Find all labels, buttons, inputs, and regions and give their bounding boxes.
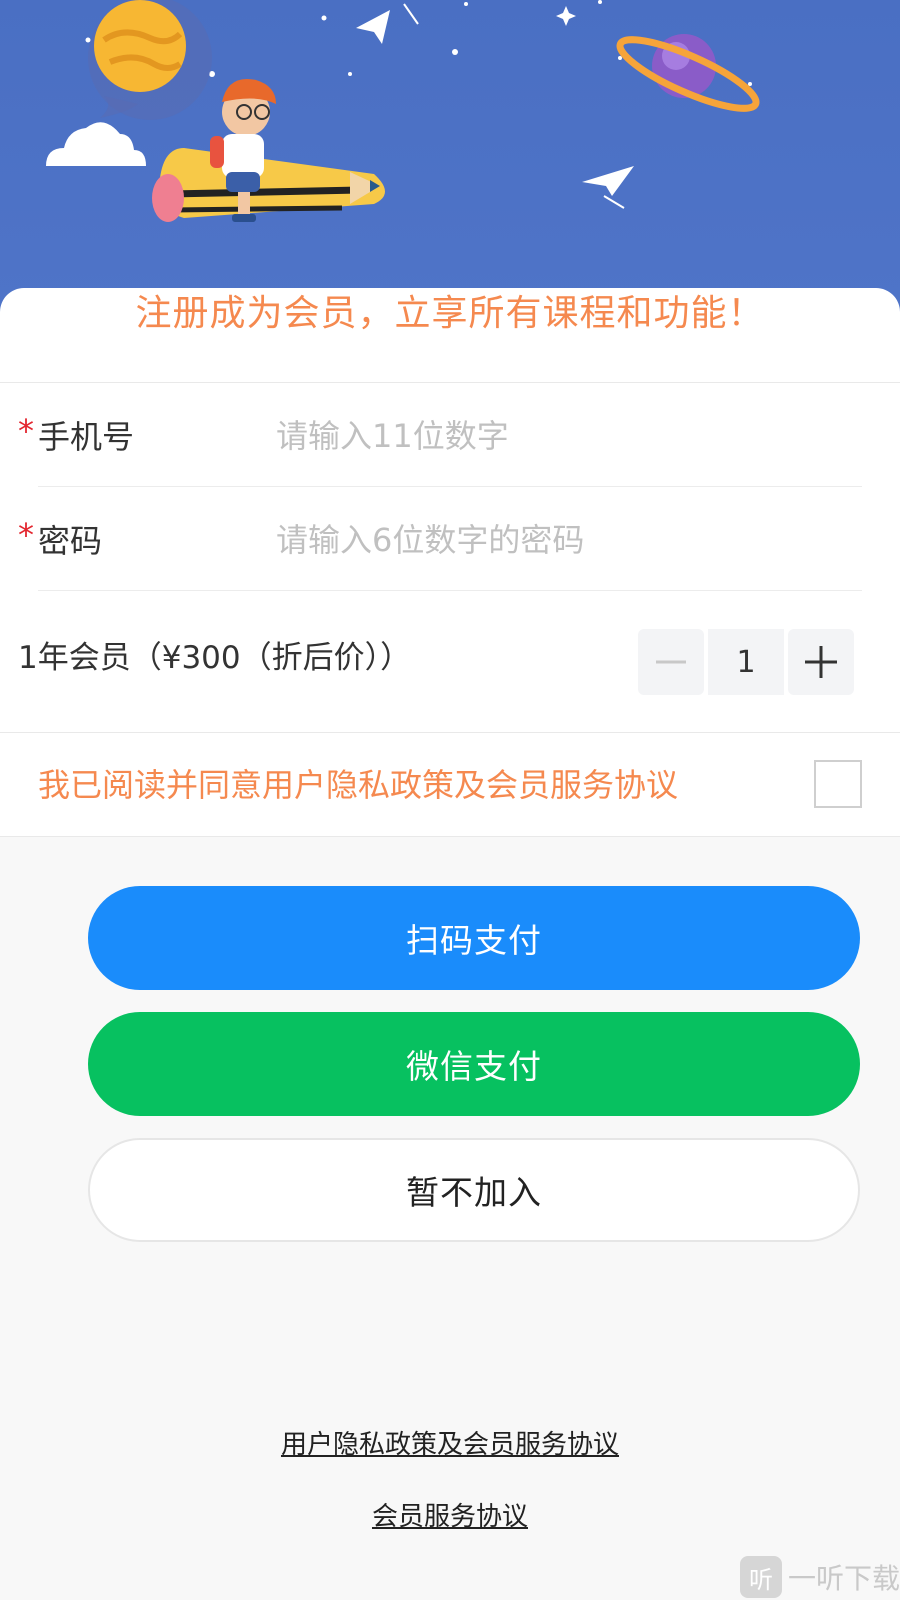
- watermark: 听 一听下载: [739, 1556, 900, 1598]
- agreement-checkbox[interactable]: [814, 760, 862, 808]
- divider: [0, 836, 900, 837]
- header-banner: [0, 0, 900, 320]
- paper-plane-icon: [356, 3, 634, 209]
- ringed-planet-icon: [616, 34, 760, 112]
- minus-icon: [656, 660, 686, 664]
- pencil-rocket-icon: [152, 148, 385, 222]
- password-input[interactable]: [276, 510, 836, 570]
- banner-illustration: [46, 0, 760, 222]
- divider: [38, 590, 862, 591]
- increment-button[interactable]: [788, 629, 854, 695]
- phone-label: 手机号: [38, 418, 135, 456]
- password-label: 密码: [38, 522, 103, 560]
- phone-input[interactable]: [276, 406, 836, 466]
- plus-icon: [805, 646, 837, 678]
- required-mark: *: [18, 516, 34, 554]
- skip-button[interactable]: 暂不加入: [88, 1138, 860, 1242]
- required-mark: *: [18, 412, 34, 450]
- agreement-text[interactable]: 我已阅读并同意用户隐私政策及会员服务协议: [38, 760, 678, 806]
- decrement-button[interactable]: [638, 629, 704, 695]
- watermark-logo-icon: 听: [739, 1556, 782, 1598]
- watermark-text: 一听下载: [787, 1562, 900, 1595]
- membership-label: 1年会员（¥300（折后价））: [18, 640, 412, 676]
- quantity-stepper: 1: [638, 629, 854, 695]
- divider: [0, 732, 900, 733]
- privacy-policy-link[interactable]: 用户隐私政策及会员服务协议: [0, 1424, 900, 1461]
- quantity-value[interactable]: 1: [708, 629, 784, 695]
- password-row: * 密码: [0, 486, 900, 590]
- scan-pay-button[interactable]: 扫码支付: [88, 886, 860, 990]
- cloud-icon: [46, 122, 146, 166]
- wechat-pay-button[interactable]: 微信支付: [88, 1012, 860, 1116]
- promo-slogan: 注册成为会员，立享所有课程和功能！: [135, 293, 765, 334]
- moon-planet-icon: [88, 0, 212, 120]
- phone-row: * 手机号: [0, 382, 900, 486]
- service-agreement-link[interactable]: 会员服务协议: [0, 1496, 900, 1533]
